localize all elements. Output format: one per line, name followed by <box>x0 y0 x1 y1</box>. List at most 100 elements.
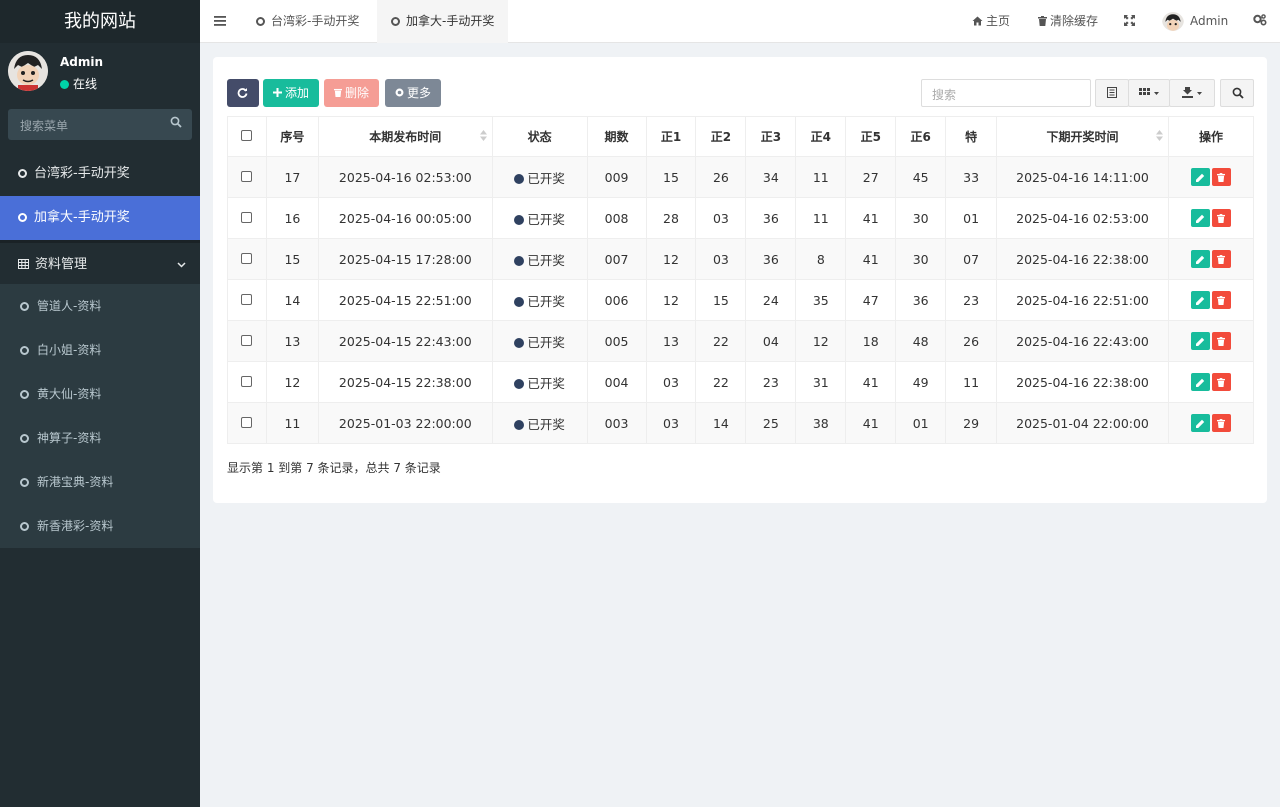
tab-canada[interactable]: 加拿大-手动开奖 <box>377 0 509 43</box>
edit-button[interactable] <box>1190 209 1210 227</box>
table-row[interactable]: 11 2025-01-03 22:00:00 已开奖 003 03 14 25 38 41 01 2… <box>227 402 1255 444</box>
refresh-button[interactable] <box>227 79 259 107</box>
row-checkbox[interactable] <box>241 211 253 223</box>
row-select-cell[interactable] <box>227 361 267 403</box>
select-all-checkbox[interactable] <box>241 129 253 141</box>
cell-time: 2025-04-15 22:38:00 <box>317 361 493 403</box>
grid-icon <box>18 244 29 288</box>
edit-button[interactable] <box>1190 291 1210 309</box>
cell-n6: 30 <box>895 197 947 239</box>
toggle-view-button[interactable] <box>1095 79 1129 107</box>
row-select-cell[interactable] <box>227 320 267 362</box>
delete-row-button[interactable] <box>1211 168 1231 186</box>
cell-period: 007 <box>586 238 647 280</box>
fullscreen-icon[interactable] <box>1124 0 1135 43</box>
sidebar-item-sub-4[interactable]: 新港宝典-资料 <box>0 460 200 504</box>
sidebar-item-taiwan[interactable]: 台湾彩-手动开奖 <box>0 152 200 196</box>
cell-special: 33 <box>945 156 998 198</box>
column-header-n5[interactable]: 正5 <box>845 116 897 157</box>
row-checkbox[interactable] <box>241 170 253 182</box>
cell-next: 2025-04-16 22:43:00 <box>996 320 1169 362</box>
table-row[interactable]: 16 2025-04-16 00:05:00 已开奖 008 28 03 36 11 41 30 0… <box>227 197 1255 239</box>
sort-icon[interactable] <box>1155 130 1163 144</box>
user-menu[interactable]: Admin <box>1162 0 1228 43</box>
column-header-status[interactable]: 状态 <box>491 116 588 157</box>
row-checkbox[interactable] <box>241 416 253 428</box>
column-header-next-time[interactable]: 下期开奖时间 <box>996 116 1169 157</box>
column-header-n1[interactable]: 正1 <box>645 116 697 157</box>
menu-toggle-icon[interactable] <box>214 0 226 43</box>
sidebar-group-data-management[interactable]: 资料管理 <box>0 240 200 284</box>
cell-actions <box>1167 156 1255 198</box>
sidebar-item-sub-2[interactable]: 黄大仙-资料 <box>0 372 200 416</box>
edit-button[interactable] <box>1190 414 1210 432</box>
delete-row-button[interactable] <box>1211 291 1231 309</box>
search-icon[interactable] <box>170 116 182 132</box>
column-header-time[interactable]: 本期发布时间 <box>317 116 493 157</box>
sidebar-item-sub-0[interactable]: 管道人-资料 <box>0 284 200 328</box>
select-all-cell[interactable] <box>227 116 267 157</box>
sidebar-item-label: 新港宝典-资料 <box>37 475 114 489</box>
table-row[interactable]: 14 2025-04-15 22:51:00 已开奖 006 12 15 24 35 47 36 2… <box>227 279 1255 321</box>
user-name: Admin <box>60 55 104 69</box>
delete-button[interactable]: 删除 <box>324 79 380 107</box>
cell-n4: 11 <box>795 156 847 198</box>
add-button[interactable]: 添加 <box>263 79 320 107</box>
edit-button[interactable] <box>1190 168 1210 186</box>
status-label: 已开奖 <box>527 252 565 268</box>
tab-taiwan[interactable]: 台湾彩-手动开奖 <box>242 0 373 43</box>
settings-icon[interactable] <box>1253 0 1267 43</box>
cell-status: 已开奖 <box>491 238 588 280</box>
edit-button[interactable] <box>1190 332 1210 350</box>
export-dropdown[interactable] <box>1169 79 1215 107</box>
app-title[interactable]: 我的网站 <box>0 0 200 43</box>
sidebar-item-label: 管道人-资料 <box>37 299 102 313</box>
column-header-n2[interactable]: 正2 <box>695 116 747 157</box>
cell-special: 26 <box>945 320 998 362</box>
column-header-n6[interactable]: 正6 <box>895 116 947 157</box>
sidebar-item-sub-1[interactable]: 白小姐-资料 <box>0 328 200 372</box>
table-row[interactable]: 17 2025-04-16 02:53:00 已开奖 009 15 26 34 11 27 45 3… <box>227 156 1255 198</box>
sidebar-item-sub-5[interactable]: 新香港彩-资料 <box>0 504 200 548</box>
column-header-n4[interactable]: 正4 <box>795 116 847 157</box>
columns-dropdown[interactable] <box>1128 79 1170 107</box>
table-search-input[interactable]: 搜索 <box>921 79 1091 107</box>
column-header-period[interactable]: 期数 <box>586 116 647 157</box>
sidebar-item-canada[interactable]: 加拿大-手动开奖 <box>0 196 200 240</box>
table-row[interactable]: 13 2025-04-15 22:43:00 已开奖 005 13 22 04 12 18 48 2… <box>227 320 1255 362</box>
delete-row-button[interactable] <box>1211 250 1231 268</box>
home-link[interactable]: 主页 <box>972 0 1010 43</box>
delete-row-button[interactable] <box>1211 209 1231 227</box>
row-select-cell[interactable] <box>227 197 267 239</box>
row-select-cell[interactable] <box>227 279 267 321</box>
add-label: 添加 <box>285 86 310 100</box>
clear-cache-button[interactable]: 清除缓存 <box>1038 0 1098 43</box>
sidebar-search-input[interactable]: 搜索菜单 <box>8 109 192 140</box>
row-select-cell[interactable] <box>227 238 267 280</box>
column-header-n3[interactable]: 正3 <box>745 116 797 157</box>
row-checkbox[interactable] <box>241 293 253 305</box>
row-select-cell[interactable] <box>227 402 267 444</box>
table-row[interactable]: 15 2025-04-15 17:28:00 已开奖 007 12 03 36 8 41 30 07… <box>227 238 1255 280</box>
row-checkbox[interactable] <box>241 334 253 346</box>
row-select-cell[interactable] <box>227 156 267 198</box>
cell-next: 2025-04-16 14:11:00 <box>996 156 1169 198</box>
user-panel: Admin 在线 <box>0 43 200 103</box>
edit-button[interactable] <box>1190 373 1210 391</box>
edit-button[interactable] <box>1190 250 1210 268</box>
cell-n5: 41 <box>845 238 897 280</box>
delete-row-button[interactable] <box>1211 373 1231 391</box>
table-search-button[interactable] <box>1220 79 1254 107</box>
table-row[interactable]: 12 2025-04-15 22:38:00 已开奖 004 03 22 23 31 41 49 1… <box>227 361 1255 403</box>
sidebar-item-sub-3[interactable]: 神算子-资料 <box>0 416 200 460</box>
delete-row-button[interactable] <box>1211 332 1231 350</box>
cell-actions <box>1167 238 1255 280</box>
row-checkbox[interactable] <box>241 375 253 387</box>
column-header-special[interactable]: 特 <box>945 116 998 157</box>
column-header-id[interactable]: 序号 <box>265 116 319 157</box>
more-button[interactable]: 更多 <box>385 79 442 107</box>
sidebar-item-label: 新香港彩-资料 <box>37 519 114 533</box>
sort-icon[interactable] <box>479 130 487 144</box>
delete-row-button[interactable] <box>1211 414 1231 432</box>
row-checkbox[interactable] <box>241 252 253 264</box>
